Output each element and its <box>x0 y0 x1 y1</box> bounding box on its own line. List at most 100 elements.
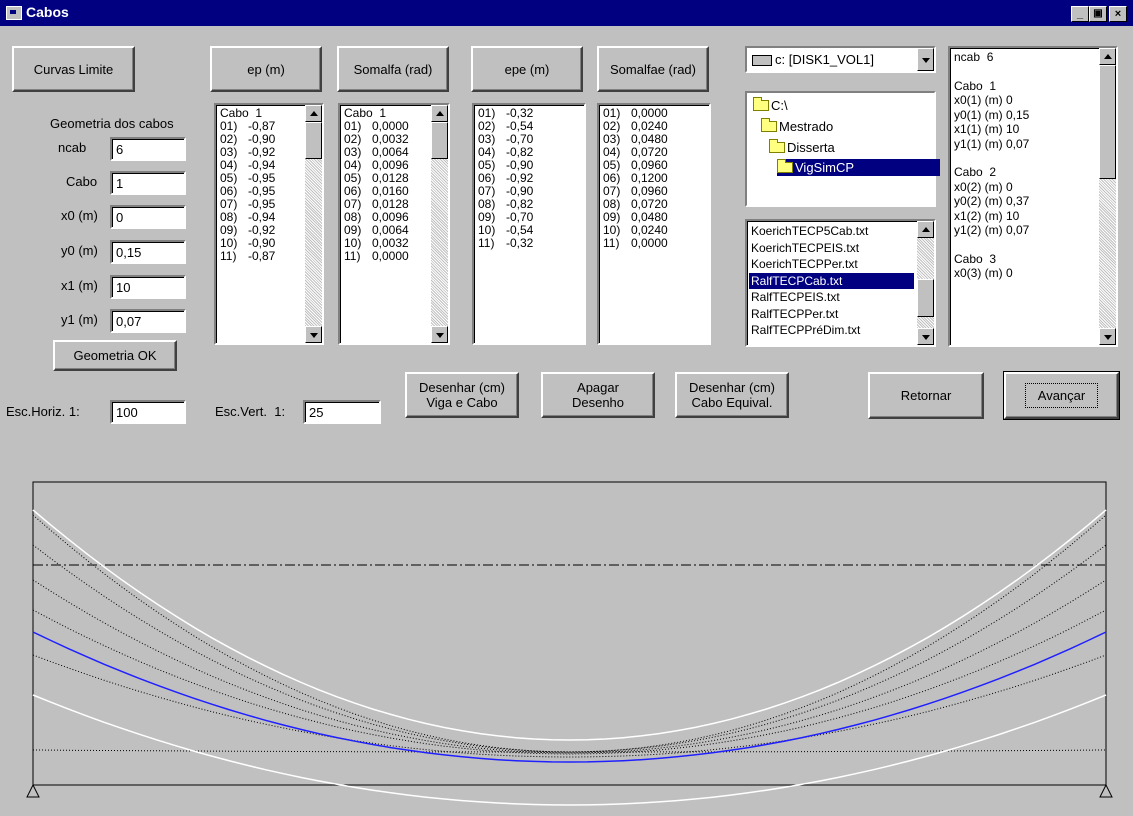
file-item[interactable]: RalfTECPPréDim.txt <box>751 322 914 339</box>
info-line: y0(2) (m) 0,37 <box>954 194 1096 209</box>
retornar-button[interactable]: Retornar <box>868 372 984 419</box>
dir-item-disserta[interactable]: Disserta <box>769 139 835 156</box>
list-item[interactable]: 11) -0,87 <box>220 250 302 263</box>
cable-curve <box>32 544 1107 753</box>
close-button[interactable]: × <box>1109 6 1127 22</box>
button-line-2: Desenho <box>571 395 625 410</box>
dir-item-mestrado[interactable]: Mestrado <box>761 118 833 135</box>
drive-select[interactable]: c: [DISK1_VOL1] <box>745 46 936 73</box>
somalfae-listbox[interactable]: 01) 0,0000 02) 0,0240 03) 0,0480 04) 0,0720 05) 0… <box>597 103 711 345</box>
desenhar-viga-cabo-button[interactable]: Desenhar (cm) Viga e Cabo <box>405 372 519 418</box>
file-item[interactable]: KoerichTECPPer.txt <box>751 256 914 273</box>
esc-vert-field[interactable]: 25 <box>303 400 381 424</box>
x1-field[interactable]: 10 <box>110 275 186 299</box>
somalfa-listbox[interactable]: Cabo 1 01) 0,0000 02) 0,0032 03) 0,0064 04) 0,0… <box>338 103 450 345</box>
scroll-down-button[interactable] <box>1099 328 1116 345</box>
button-line-2: Cabo Equival. <box>691 395 773 410</box>
dir-item-vigsimcp[interactable]: VigSimCP <box>777 159 940 176</box>
cabo-field[interactable]: 1 <box>110 171 186 195</box>
scroll-up-button[interactable] <box>305 105 322 122</box>
drive-icon <box>752 55 772 66</box>
info-line: x0(3) (m) 0 <box>954 266 1096 281</box>
curvas-limite-button[interactable]: Curvas Limite <box>12 46 135 92</box>
info-scrollbar[interactable] <box>1099 48 1116 345</box>
scroll-thumb[interactable] <box>917 279 934 317</box>
minimize-button[interactable]: _ <box>1071 6 1089 22</box>
row-index: 11) <box>603 236 620 250</box>
list-item[interactable]: 11) -0,32 <box>478 237 580 250</box>
file-item[interactable]: RalfTECPCab.txt <box>749 272 914 289</box>
somalfa-button[interactable]: Somalfa (rad) <box>337 46 449 92</box>
x0-label: x0 (m) <box>61 208 98 223</box>
somalfa-rows: Cabo 1 01) 0,0000 02) 0,0032 03) 0,0064 04) 0,0… <box>344 107 428 263</box>
info-rows: ncab 6 Cabo 1 x0(1) (m) 0 y0(1) (m) 0,15 x1(1… <box>954 50 1096 281</box>
cable-curve <box>32 579 1107 754</box>
scroll-down-button[interactable] <box>305 326 322 343</box>
scroll-down-button[interactable] <box>917 328 934 345</box>
file-item[interactable]: KoerichTECP5Cab.txt <box>751 223 914 240</box>
somalfa-scrollbar[interactable] <box>431 105 448 343</box>
scroll-up-button[interactable] <box>431 105 448 122</box>
esc-horiz-label: Esc.Horiz. 1: <box>6 404 80 419</box>
row-index: 11) <box>478 236 495 250</box>
epe-listbox[interactable]: 01) -0,32 02) -0,54 03) -0,70 04) -0,82 05) -0,90… <box>472 103 586 345</box>
somalfae-button[interactable]: Somalfae (rad) <box>597 46 709 92</box>
list-item[interactable]: 11) 0,0000 <box>344 250 428 263</box>
file-item[interactable]: KoerichTECPEIS.txt <box>751 240 914 257</box>
info-key: y1(1) (m) <box>954 136 1003 151</box>
arrow-up-icon <box>436 111 444 116</box>
folder-open-icon <box>777 159 793 173</box>
cable-curve <box>32 654 1107 758</box>
info-key: y1(2) (m) <box>954 223 1003 237</box>
scroll-down-button[interactable] <box>431 326 448 343</box>
geometry-heading: Geometria dos cabos <box>50 116 174 131</box>
esc-horiz-field[interactable]: 100 <box>110 400 186 424</box>
button-line-1: Desenhar (cm) <box>419 380 505 395</box>
avancar-button[interactable]: Avançar <box>1003 371 1120 420</box>
y1-label: y1 (m) <box>61 312 98 327</box>
info-key: y0(2) (m) <box>954 194 1003 208</box>
drive-value: c: [DISK1_VOL1] <box>775 52 874 67</box>
button-line-1: Desenhar (cm) <box>689 380 775 395</box>
info-line: y1(1) (m) 0,07 <box>954 137 1096 152</box>
geometria-ok-button[interactable]: Geometria OK <box>53 340 177 371</box>
file-item[interactable]: RalfTECPEIS.txt <box>751 289 914 306</box>
dir-item-root[interactable]: C:\ <box>753 97 788 114</box>
ep-scrollbar[interactable] <box>305 105 322 343</box>
folder-open-icon <box>769 139 785 153</box>
y0-field[interactable]: 0,15 <box>110 240 186 264</box>
desenhar-cabo-equival-button[interactable]: Desenhar (cm) Cabo Equival. <box>675 372 789 418</box>
epe-button[interactable]: epe (m) <box>471 46 583 92</box>
info-value: 0 <box>1006 179 1013 194</box>
file-scrollbar[interactable] <box>917 221 934 345</box>
info-line: x0(1) (m) 0 <box>954 93 1096 108</box>
ncab-field[interactable]: 6 <box>110 137 186 161</box>
directory-listbox[interactable]: C:\ Mestrado Disserta VigSimCP <box>745 91 940 207</box>
scroll-up-button[interactable] <box>917 221 934 238</box>
info-value: 0,07 <box>1006 136 1030 151</box>
row-index: 11) <box>220 249 237 263</box>
maximize-button[interactable]: ▣ <box>1089 6 1107 22</box>
info-cable-title: Cabo 2 <box>954 165 997 179</box>
arrow-down-icon <box>310 333 318 338</box>
apagar-desenho-button[interactable]: Apagar Desenho <box>541 372 655 418</box>
list-item[interactable]: 11) 0,0000 <box>603 237 705 250</box>
x0-field[interactable]: 0 <box>110 205 186 229</box>
info-value: 10 <box>1006 122 1020 136</box>
ep-listbox[interactable]: Cabo 1 01) -0,87 02) -0,90 03) -0,92 04) -0,94 0… <box>214 103 324 345</box>
file-item[interactable]: RalfTECPPer.txt <box>751 306 914 323</box>
scroll-thumb[interactable] <box>1099 65 1116 179</box>
file-listbox[interactable]: KoerichTECP5Cab.txt KoerichTECPEIS.txt Koe… <box>745 219 936 347</box>
scroll-thumb[interactable] <box>431 122 448 159</box>
scroll-thumb[interactable] <box>305 122 322 159</box>
ep-button[interactable]: ep (m) <box>210 46 322 92</box>
info-value: 10 <box>1006 208 1020 223</box>
drive-dropdown-button[interactable] <box>917 48 934 71</box>
avancar-label: Avançar <box>1024 383 1099 408</box>
scroll-up-button[interactable] <box>1099 48 1116 65</box>
info-key: x0(3) (m) <box>954 266 1003 280</box>
lower-limit-curve <box>32 694 1107 806</box>
cable-info-listbox[interactable]: ncab 6 Cabo 1 x0(1) (m) 0 y0(1) (m) 0,15 x1(1… <box>948 46 1118 347</box>
y1-field[interactable]: 0,07 <box>110 309 186 333</box>
row-value: 0,0000 <box>372 249 409 263</box>
